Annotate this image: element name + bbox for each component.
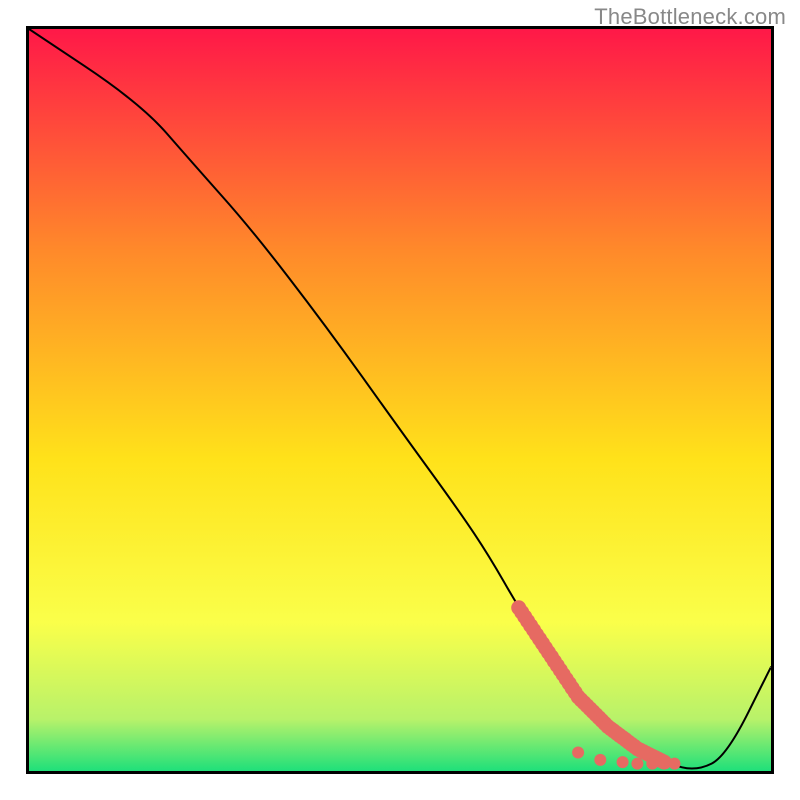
dense-dot <box>646 758 658 770</box>
dense-dot <box>594 754 606 766</box>
dense-dot <box>617 756 629 768</box>
plot-frame <box>26 26 774 774</box>
gradient-background <box>29 29 771 771</box>
plot-svg <box>29 29 771 771</box>
dense-dot <box>631 758 643 770</box>
dense-dot <box>669 758 681 770</box>
dense-dot <box>572 747 584 759</box>
chart-container: TheBottleneck.com <box>0 0 800 800</box>
